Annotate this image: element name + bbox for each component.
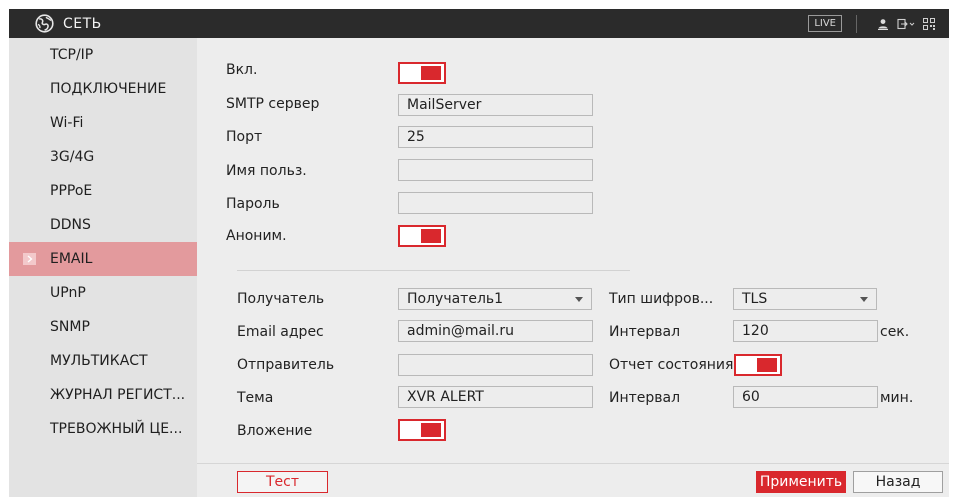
password-input[interactable] bbox=[398, 192, 593, 214]
titlebar-controls: LIVE bbox=[808, 9, 935, 38]
sidebar-item-label: TCP/IP bbox=[50, 47, 94, 63]
receiver-select-value: Получатель1 bbox=[407, 291, 504, 307]
sidebar-item-label: EMAIL bbox=[50, 251, 93, 267]
encryption-label: Тип шифров... bbox=[609, 291, 714, 307]
toggle-knob bbox=[421, 423, 441, 437]
sidebar-item-upnp[interactable]: UPnP bbox=[9, 276, 197, 310]
email-address-input[interactable]: admin@mail.ru bbox=[398, 320, 593, 342]
toggle-knob bbox=[421, 229, 441, 243]
subject-label: Тема bbox=[237, 390, 274, 406]
health-report-toggle[interactable] bbox=[734, 354, 782, 376]
email-settings-panel: Вкл. SMTP сервер MailServer Порт 25 Имя … bbox=[197, 38, 949, 497]
section-divider bbox=[237, 270, 630, 271]
sidebar-item-pppoe[interactable]: PPPoE bbox=[9, 174, 197, 208]
network-globe-icon bbox=[35, 14, 54, 33]
sidebar-item-alarm-center[interactable]: ТРЕВОЖНЫЙ ЦЕ... bbox=[9, 412, 197, 446]
anonymous-label: Аноним. bbox=[226, 228, 287, 244]
port-input[interactable]: 25 bbox=[398, 126, 593, 148]
interval-minutes-label: Интервал bbox=[609, 390, 681, 406]
attachment-toggle[interactable] bbox=[398, 419, 446, 441]
toggle-knob bbox=[757, 358, 777, 372]
password-label: Пароль bbox=[226, 196, 280, 212]
sidebar-item-wifi[interactable]: Wi-Fi bbox=[9, 106, 197, 140]
sidebar-item-label: DDNS bbox=[50, 217, 91, 233]
sidebar-item-snmp[interactable]: SNMP bbox=[9, 310, 197, 344]
sidebar: TCP/IP ПОДКЛЮЧЕНИЕ Wi-Fi 3G/4G PPPoE DDN… bbox=[9, 38, 197, 497]
live-button[interactable]: LIVE bbox=[808, 15, 842, 32]
port-label: Порт bbox=[226, 129, 263, 145]
logout-icon[interactable] bbox=[897, 18, 915, 30]
encryption-select-value: TLS bbox=[742, 291, 768, 307]
receiver-select[interactable]: Получатель1 bbox=[398, 288, 592, 310]
sidebar-item-label: ЖУРНАЛ РЕГИСТ... bbox=[50, 387, 186, 403]
username-label: Имя польз. bbox=[226, 163, 307, 179]
sidebar-item-label: SNMP bbox=[50, 319, 90, 335]
sidebar-item-multicast[interactable]: МУЛЬТИКАСТ bbox=[9, 344, 197, 378]
app-window: СЕТЬ LIVE TCP/IP ПОДКЛЮЧЕНИЕ Wi-Fi 3G/4G… bbox=[0, 0, 957, 497]
sidebar-item-label: PPPoE bbox=[50, 183, 93, 199]
sidebar-item-tcpip[interactable]: TCP/IP bbox=[9, 38, 197, 72]
sidebar-item-email[interactable]: EMAIL bbox=[9, 242, 197, 276]
interval-seconds-label: Интервал bbox=[609, 324, 681, 340]
chevron-right-icon bbox=[23, 253, 36, 265]
sidebar-item-connection[interactable]: ПОДКЛЮЧЕНИЕ bbox=[9, 72, 197, 106]
test-button[interactable]: Тест bbox=[237, 471, 328, 493]
sidebar-item-label: ТРЕВОЖНЫЙ ЦЕ... bbox=[50, 421, 183, 437]
subject-input[interactable]: XVR ALERT bbox=[398, 386, 593, 408]
enable-label: Вкл. bbox=[226, 62, 258, 78]
interval-seconds-input[interactable]: 120 bbox=[733, 320, 878, 342]
interval-minutes-unit: мин. bbox=[880, 390, 914, 406]
attachment-label: Вложение bbox=[237, 423, 313, 439]
username-input[interactable] bbox=[398, 159, 593, 181]
anonymous-toggle[interactable] bbox=[398, 225, 446, 247]
smtp-server-label: SMTP сервер bbox=[226, 96, 320, 112]
qr-code-icon[interactable] bbox=[923, 17, 935, 30]
smtp-server-input[interactable]: MailServer bbox=[398, 94, 593, 116]
chevron-down-icon bbox=[860, 297, 868, 302]
apply-button[interactable]: Применить bbox=[756, 471, 846, 493]
sidebar-item-label: Wi-Fi bbox=[50, 115, 84, 131]
sender-input[interactable] bbox=[398, 354, 593, 376]
chevron-down-icon bbox=[575, 297, 583, 302]
enable-toggle[interactable] bbox=[398, 62, 446, 84]
sender-label: Отправитель bbox=[237, 357, 335, 373]
health-report-label: Отчет состояния bbox=[609, 357, 734, 373]
sidebar-item-label: МУЛЬТИКАСТ bbox=[50, 353, 148, 369]
sidebar-item-label: UPnP bbox=[50, 285, 86, 301]
toggle-knob bbox=[421, 66, 441, 80]
sidebar-item-3g4g[interactable]: 3G/4G bbox=[9, 140, 197, 174]
footer-divider bbox=[197, 463, 949, 464]
sidebar-item-registration-log[interactable]: ЖУРНАЛ РЕГИСТ... bbox=[9, 378, 197, 412]
title-bar: СЕТЬ LIVE bbox=[9, 9, 949, 38]
back-button[interactable]: Назад bbox=[853, 471, 943, 493]
sidebar-item-label: ПОДКЛЮЧЕНИЕ bbox=[50, 81, 167, 97]
email-address-label: Email адрес bbox=[237, 324, 324, 340]
encryption-select[interactable]: TLS bbox=[733, 288, 877, 310]
user-icon[interactable] bbox=[877, 18, 889, 30]
receiver-label: Получатель bbox=[237, 291, 325, 307]
titlebar-divider bbox=[856, 14, 857, 33]
sidebar-item-label: 3G/4G bbox=[50, 149, 95, 165]
interval-minutes-input[interactable]: 60 bbox=[733, 386, 878, 408]
sidebar-item-ddns[interactable]: DDNS bbox=[9, 208, 197, 242]
interval-seconds-unit: сек. bbox=[880, 324, 910, 340]
page-title: СЕТЬ bbox=[63, 15, 102, 32]
